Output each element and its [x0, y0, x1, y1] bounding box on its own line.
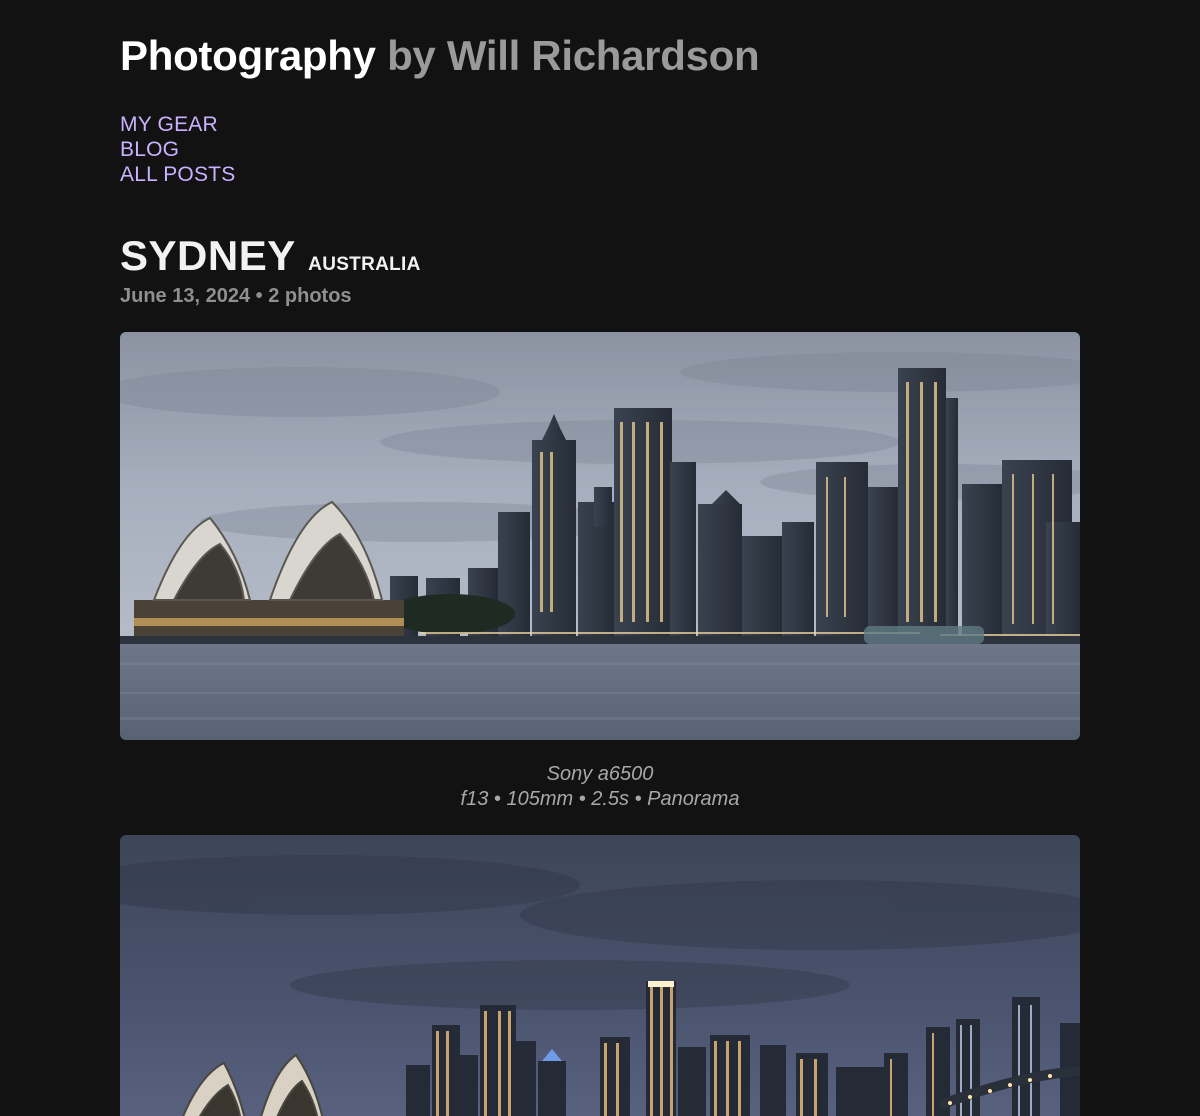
site-title-author[interactable]: by Will Richardson — [387, 32, 760, 79]
site-title[interactable]: Photography by Will Richardson — [120, 30, 760, 82]
photo-caption: Sony a6500 f13 • 105mm • 2.5s • Panorama — [120, 762, 1080, 812]
photo-sydney-panorama[interactable] — [120, 332, 1080, 740]
photo-sydney-night[interactable] — [120, 835, 1080, 1116]
photo-camera: Sony a6500 — [546, 763, 654, 785]
page: Photography by Will Richardson MY GEAR B… — [0, 0, 1200, 1116]
photo-settings: f13 • 105mm • 2.5s • Panorama — [460, 788, 740, 810]
post-country: AUSTRALIA — [308, 254, 421, 275]
photo-image — [120, 835, 1080, 1116]
nav-link-my-gear[interactable]: MY GEAR — [120, 112, 235, 137]
post-title[interactable]: SYDNEY — [120, 232, 296, 279]
main-nav: MY GEAR BLOG ALL POSTS — [120, 112, 235, 187]
post-meta: June 13, 2024 • 2 photos — [120, 285, 352, 307]
site-title-main[interactable]: Photography — [120, 32, 376, 79]
post-heading: SYDNEY AUSTRALIA — [120, 232, 421, 280]
photo-image — [120, 332, 1080, 740]
nav-link-all-posts[interactable]: ALL POSTS — [120, 162, 235, 187]
nav-link-blog[interactable]: BLOG — [120, 137, 235, 162]
